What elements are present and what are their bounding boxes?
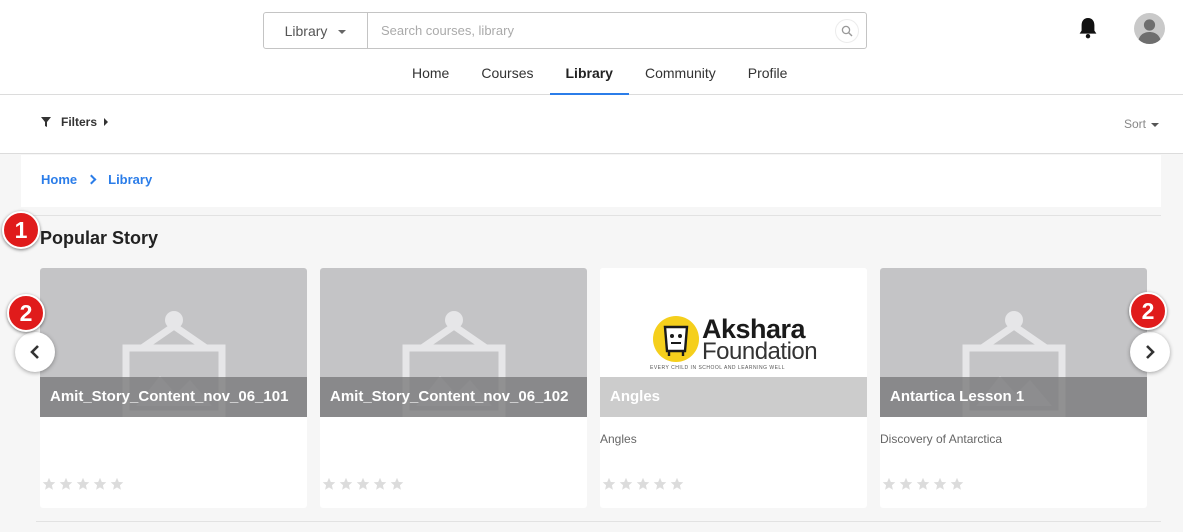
star-icon (76, 477, 90, 490)
avatar[interactable] (1134, 13, 1165, 44)
sort-label: Sort (1123, 117, 1146, 131)
filters-label: Filters (61, 115, 98, 129)
nav-profile[interactable]: Profile (732, 57, 804, 95)
content-card[interactable]: Akshara Foundation EVERY CHILD IN SCHOOL… (600, 268, 867, 508)
card-description: Angles (600, 432, 637, 446)
main-nav: Home Courses Library Community Profile (396, 57, 803, 95)
star-icon (653, 477, 667, 490)
caret-down-icon (1151, 123, 1159, 127)
card-title: Antartica Lesson 1 (880, 377, 1147, 417)
star-icon (59, 477, 73, 490)
chevron-right-icon (86, 174, 97, 185)
chevron-right-icon (1146, 345, 1155, 359)
search-bar: Library (263, 12, 867, 49)
star-icon (933, 477, 947, 490)
filter-bar: Filters Sort (0, 95, 1183, 154)
annotation-marker: 2 (1129, 292, 1167, 330)
filter-icon (41, 117, 51, 127)
card-title: Amit_Story_Content_nov_06_102 (320, 377, 587, 417)
star-icon (602, 477, 616, 490)
caret-down-icon (338, 29, 347, 34)
akshara-foundation-logo (653, 316, 699, 362)
star-rating (882, 477, 967, 491)
carousel-next-button[interactable] (1130, 332, 1170, 372)
chevron-left-icon (30, 345, 39, 359)
card-description: Discovery of Antarctica (880, 432, 1003, 446)
library-content: Home Library Popular Story Amit_Story_Co… (21, 155, 1161, 532)
breadcrumb: Home Library (41, 172, 152, 187)
search-category-select[interactable]: Library (264, 13, 368, 48)
star-icon (93, 477, 107, 490)
search-input[interactable] (368, 13, 866, 48)
nav-community[interactable]: Community (629, 57, 732, 95)
star-icon (636, 477, 650, 490)
star-icon (899, 477, 913, 490)
star-icon (882, 477, 896, 490)
header: Library Home Courses Library Community P… (0, 0, 1183, 95)
content-card[interactable]: Amit_Story_Content_nov_06_101 (40, 268, 307, 508)
star-icon (390, 477, 404, 490)
search-category-label: Library (284, 22, 328, 39)
star-rating (42, 477, 127, 491)
nav-courses[interactable]: Courses (465, 57, 549, 95)
caret-right-icon (104, 118, 109, 126)
star-icon (619, 477, 633, 490)
nav-library[interactable]: Library (549, 57, 629, 95)
breadcrumb-home[interactable]: Home (41, 172, 77, 187)
logo-subtitle: Foundation (702, 338, 818, 365)
star-icon (110, 477, 124, 490)
search-icon[interactable] (835, 19, 859, 43)
star-icon (42, 477, 56, 490)
star-icon (339, 477, 353, 490)
sort-dropdown[interactable]: Sort (1124, 117, 1159, 131)
star-icon (373, 477, 387, 490)
content-card[interactable]: Amit_Story_Content_nov_06_102 (320, 268, 587, 508)
star-icon (916, 477, 930, 490)
card-title: Amit_Story_Content_nov_06_101 (40, 377, 307, 417)
star-icon (356, 477, 370, 490)
breadcrumb-current[interactable]: Library (108, 172, 152, 187)
star-icon (322, 477, 336, 490)
divider (21, 215, 1161, 216)
breadcrumb-row: Home Library (21, 155, 1161, 207)
logo-tagline: EVERY CHILD IN SCHOOL AND LEARNING WELL (650, 365, 785, 371)
star-icon (670, 477, 684, 490)
carousel-prev-button[interactable] (15, 332, 55, 372)
content-card[interactable]: Antartica Lesson 1 Discovery of Antarcti… (880, 268, 1147, 508)
card-title: Angles (600, 377, 867, 417)
annotation-marker: 1 (2, 211, 40, 249)
star-rating (322, 477, 407, 491)
star-icon (950, 477, 964, 490)
section-title: Popular Story (40, 228, 159, 248)
filters-button[interactable]: Filters (41, 115, 109, 129)
divider (36, 521, 1161, 522)
nav-home[interactable]: Home (396, 57, 465, 95)
bell-icon[interactable] (1077, 16, 1099, 40)
annotation-marker: 2 (7, 294, 45, 332)
star-rating (602, 477, 687, 491)
